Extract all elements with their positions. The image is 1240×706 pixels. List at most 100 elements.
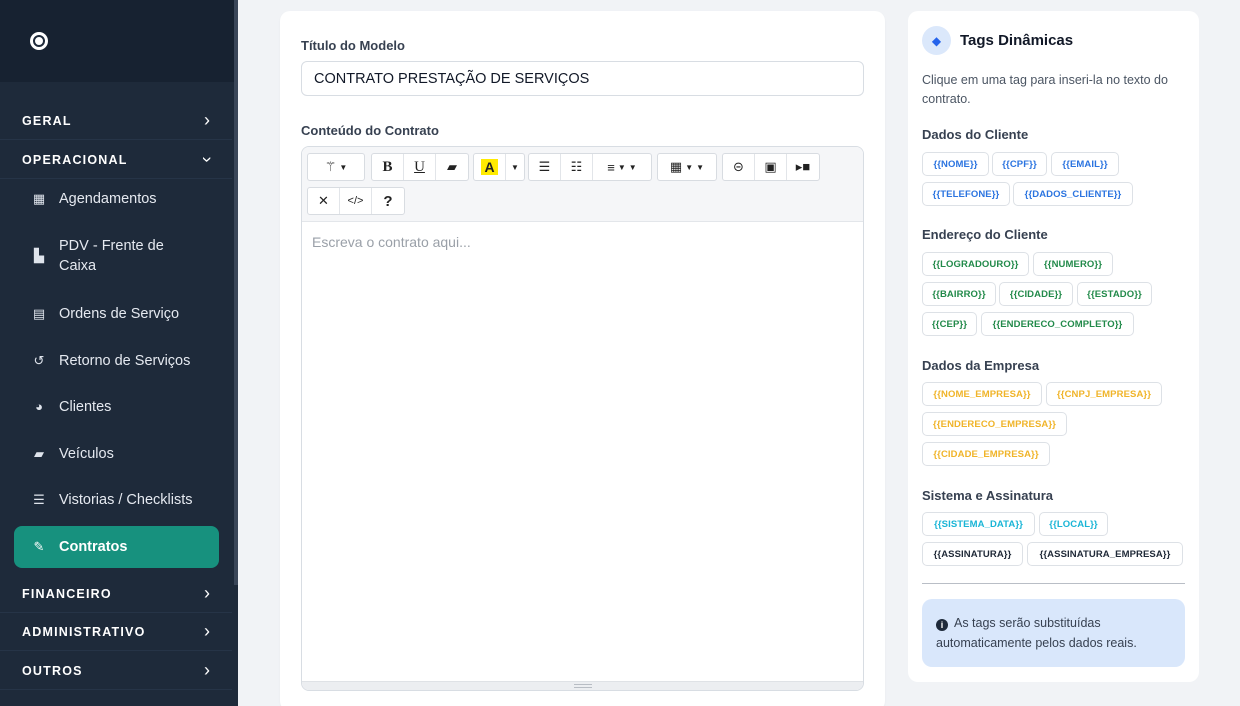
divider [922,583,1185,584]
table-button[interactable]: ▦ ▼ ▼ [658,154,716,180]
help-button[interactable]: ? [372,188,404,214]
tag-chip[interactable]: {{NOME}} [922,152,989,176]
info-text: As tags serão substituídas automaticamen… [936,616,1137,650]
tag-chip[interactable]: {{TELEFONE}} [922,182,1010,206]
tag-chip[interactable]: {{CEP}} [922,312,977,336]
contract-editor: ⚚ ▼ B U ▰ A ▼ ☰ ☷ ≡ ▼ ▼ ▦ ▼ ▼ ⊝ ▣ ▸■ ✕ <… [301,146,864,691]
caret-down-icon: ▼ [511,162,519,172]
group-title-cliente: Dados do Cliente [922,127,1029,142]
tag-chip[interactable]: {{CPF}} [992,152,1047,176]
chevron-right-icon: › [204,110,210,130]
sidebar-header [0,0,238,82]
tags-title: Tags Dinâmicas [960,32,1074,49]
chevron-right-icon: › [204,621,210,641]
fullscreen-icon: ✕ [318,193,329,208]
magic-style-button[interactable]: ⚚ ▼ [308,154,364,180]
editor-resize-handle[interactable] [302,681,863,690]
tag-chip[interactable]: {{CNPJ_EMPRESA}} [1046,382,1162,406]
tag-chip[interactable]: {{LOCAL}} [1039,512,1108,536]
group-title-empresa: Dados da Empresa [922,358,1040,373]
sidebar-item-agendamentos[interactable]: ▦ Agendamentos [14,186,219,211]
tag-chip[interactable]: {{SISTEMA_DATA}} [922,512,1035,536]
section-financeiro[interactable]: FINANCEIRO › [0,575,232,613]
style-group: ⚚ ▼ [307,153,365,181]
file-icon: ▤ [32,305,46,321]
sidebar-item-ordens-servico[interactable]: ▤ Ordens de Serviço [14,301,219,326]
tag-chip[interactable]: {{ASSINATURA_EMPRESA}} [1027,542,1183,566]
paragraph-button[interactable]: ≡ ▼ ▼ [593,154,651,180]
title-label: Título do Modelo [301,38,405,53]
sidebar-item-clientes[interactable]: ◕ Clientes [14,394,219,419]
sidebar-item-label: Retorno de Serviços [59,352,191,369]
font-color-button[interactable]: A [474,154,506,180]
tag-chip[interactable]: {{LOGRADOURO}} [922,252,1029,276]
sidebar-scrollbar[interactable] [234,0,238,585]
group-title-sistema: Sistema e Assinatura [922,488,1054,503]
section-label: OUTROS [22,663,83,678]
sidebar: GERAL › OPERACIONAL › ▦ Agendamentos ▙ P… [0,0,238,706]
history-icon: ↺ [33,352,45,368]
fullscreen-button[interactable]: ✕ [308,188,340,214]
tag-chip[interactable]: {{CIDADE}} [999,282,1073,306]
section-operacional[interactable]: OPERACIONAL › [0,141,232,179]
sidebar-item-label: Clientes [59,398,112,415]
logo-icon[interactable] [30,32,48,50]
title-input[interactable]: CONTRATO PRESTAÇÃO DE SERVIÇOS [301,61,864,96]
caret-down-icon: ▼ [628,162,637,172]
tag-chip[interactable]: {{NOME_EMPRESA}} [922,382,1042,406]
ordered-list-button[interactable]: ☷ [561,154,593,180]
chevron-down-icon: › [197,156,218,163]
underline-button[interactable]: U [404,154,436,180]
insert-group: ⊝ ▣ ▸■ [722,153,820,181]
picture-button[interactable]: ▣ [755,154,787,180]
section-administrativo[interactable]: ADMINISTRATIVO › [0,613,232,651]
video-button[interactable]: ▸■ [787,154,819,180]
tag-icon: ◆ [922,26,951,55]
calendar-icon: ▦ [32,190,46,206]
tag-chip[interactable]: {{NUMERO}} [1033,252,1113,276]
sidebar-item-retorno-servicos[interactable]: ↺ Retorno de Serviços [14,348,219,373]
info-icon: i [936,619,948,631]
section-geral[interactable]: GERAL › [0,102,232,140]
sidebar-item-vistorias[interactable]: ☰ Vistorias / Checklists [14,487,219,512]
tag-chip[interactable]: {{ESTADO}} [1077,282,1152,306]
tags-panel: ◆ Tags Dinâmicas Clique em uma tag para … [908,11,1199,682]
tag-chip[interactable]: {{CIDADE_EMPRESA}} [922,442,1050,466]
help-icon: ? [383,192,393,210]
sidebar-item-label: Ordens de Serviço [59,305,180,322]
group-title-endereco: Endereço do Cliente [922,227,1048,242]
code-icon: </> [347,195,364,207]
codeview-button[interactable]: </> [340,188,372,214]
tag-chip[interactable]: {{ASSINATURA}} [922,542,1023,566]
caret-down-icon: ▼ [696,162,705,172]
section-label: ADMINISTRATIVO [22,624,146,639]
chevron-right-icon: › [204,583,210,603]
tag-chip[interactable]: {{ENDERECO_EMPRESA}} [922,412,1067,436]
unordered-list-button[interactable]: ☰ [529,154,561,180]
list-ul-icon: ☰ [538,159,551,174]
sidebar-item-veiculos[interactable]: ▰ Veículos [14,441,219,466]
link-icon: ⊝ [733,159,744,174]
tag-chip[interactable]: {{EMAIL}} [1051,152,1119,176]
section-label: OPERACIONAL [22,152,128,167]
align-left-icon: ≡ [607,159,615,175]
eraser-icon: ▰ [447,159,457,174]
bold-button[interactable]: B [372,154,404,180]
section-outros[interactable]: OUTROS › [0,652,232,690]
caret-down-icon: ▼ [617,162,626,172]
eraser-button[interactable]: ▰ [436,154,468,180]
link-button[interactable]: ⊝ [723,154,755,180]
sidebar-item-contratos[interactable]: ✎ Contratos [14,526,219,568]
tag-chip[interactable]: {{BAIRRO}} [922,282,996,306]
tag-chip[interactable]: {{DADOS_CLIENTE}} [1013,182,1133,206]
view-group: ✕ </> ? [307,187,405,215]
font-color-dropdown[interactable]: ▼ [506,154,524,180]
editor-placeholder[interactable]: Escreva o contrato aqui... [312,234,471,250]
font-color-icon: A [481,159,498,175]
sidebar-item-pdv[interactable]: ▙ PDV - Frente de Caixa [14,236,219,276]
sidebar-item-label: Veículos [59,445,114,462]
chevron-right-icon: › [204,660,210,680]
info-alert: i As tags serão substituídas automaticame… [922,599,1185,667]
tag-chip[interactable]: {{ENDERECO_COMPLETO}} [981,312,1134,336]
users-icon: ◕ [35,399,43,414]
